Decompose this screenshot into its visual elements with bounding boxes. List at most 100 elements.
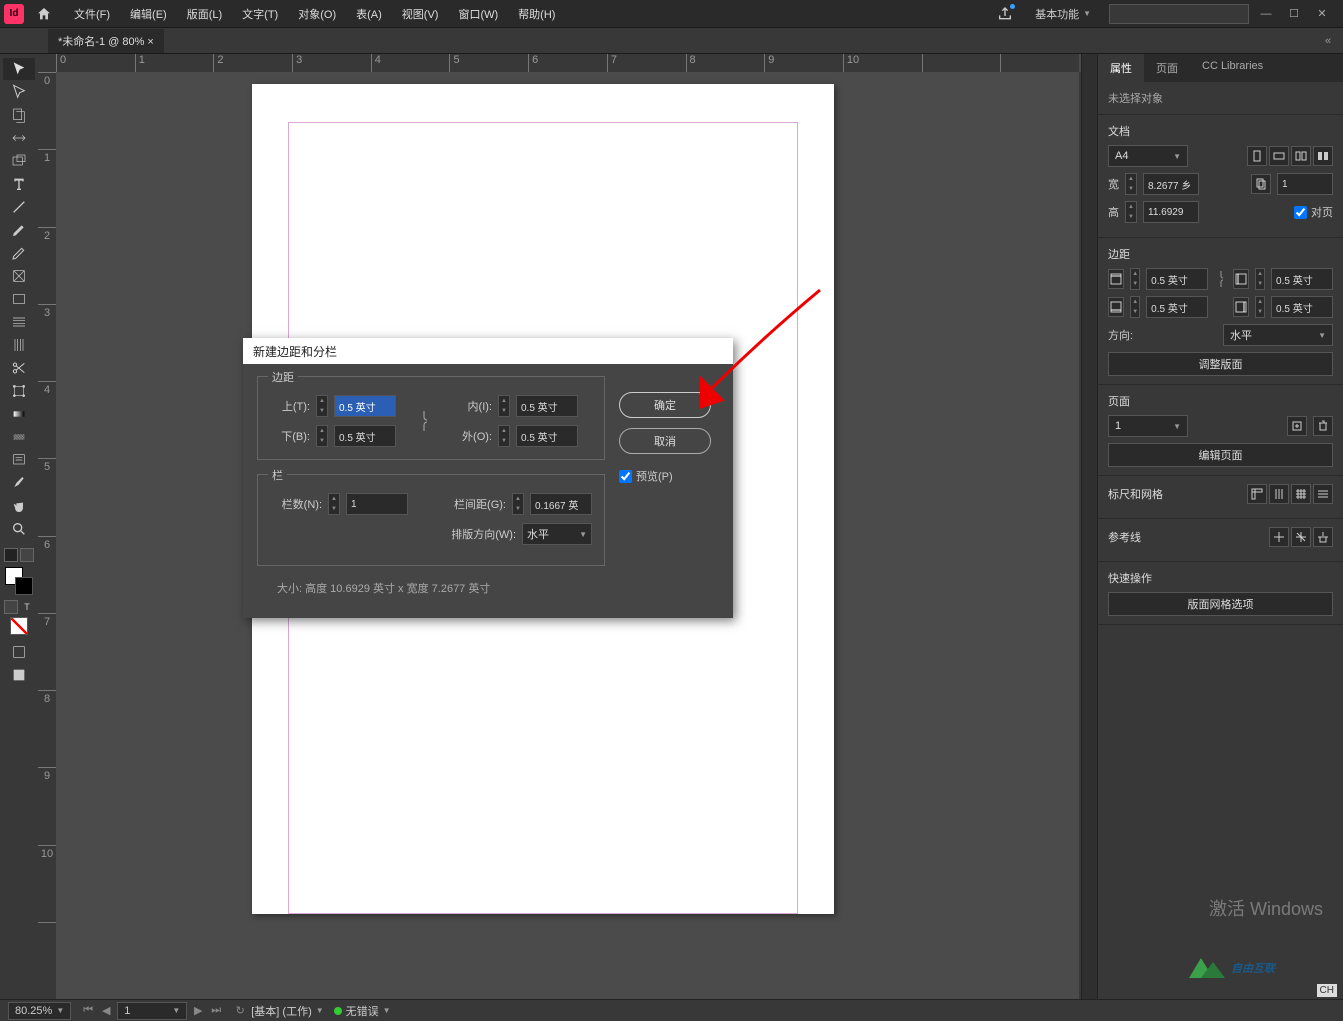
prev-page-button[interactable]: ◀: [99, 1004, 113, 1018]
grid-tool-h[interactable]: [3, 311, 35, 333]
height-spinner[interactable]: ▲▼: [1125, 201, 1137, 223]
page-number-select[interactable]: 1▼: [1108, 415, 1188, 437]
link-margins-icon[interactable]: [416, 407, 432, 435]
adjust-layout-button[interactable]: 调整版面: [1108, 352, 1333, 376]
menu-view[interactable]: 视图(V): [392, 2, 449, 26]
columns-num-spinner[interactable]: ▲▼: [328, 493, 340, 515]
first-page-button[interactable]: ⏮: [81, 1004, 95, 1018]
columns-num-input[interactable]: [346, 493, 408, 515]
home-icon[interactable]: [32, 2, 56, 26]
direct-selection-tool[interactable]: [3, 81, 35, 103]
menu-edit[interactable]: 编辑(E): [120, 2, 177, 26]
next-page-button[interactable]: ▶: [191, 1004, 205, 1018]
free-transform-tool[interactable]: [3, 380, 35, 402]
cancel-button[interactable]: 取消: [619, 428, 711, 454]
line-tool[interactable]: [3, 196, 35, 218]
height-input[interactable]: [1143, 201, 1199, 223]
gutter-input[interactable]: [530, 493, 592, 515]
layout-grid-options-button[interactable]: 版面网格选项: [1108, 592, 1333, 616]
format-container-text[interactable]: T: [4, 600, 34, 614]
baseline-grid-icon[interactable]: [1291, 484, 1311, 504]
rectangle-frame-tool[interactable]: [3, 265, 35, 287]
delete-page-icon[interactable]: [1313, 416, 1333, 436]
orientation-landscape-icon[interactable]: [1269, 146, 1289, 166]
view-mode-preview[interactable]: [3, 664, 35, 686]
grid-tool-v[interactable]: [3, 334, 35, 356]
tab-pages[interactable]: 页面: [1144, 54, 1190, 82]
column-guides-icon[interactable]: [1269, 484, 1289, 504]
panel-dock-strip[interactable]: [1081, 54, 1097, 999]
pages-input[interactable]: [1277, 173, 1333, 195]
rectangle-tool[interactable]: [3, 288, 35, 310]
style-dropdown-icon[interactable]: ▼: [316, 1006, 324, 1015]
zoom-select[interactable]: 80.25% ▼: [8, 1002, 71, 1020]
eyedropper-tool[interactable]: [3, 472, 35, 494]
smart-guides-icon[interactable]: [1291, 527, 1311, 547]
minimize-button[interactable]: —: [1259, 7, 1273, 21]
menu-type[interactable]: 文字(T): [232, 2, 288, 26]
binding-left-icon[interactable]: [1291, 146, 1311, 166]
gradient-feather-tool[interactable]: [3, 426, 35, 448]
binding-right-icon[interactable]: [1313, 146, 1333, 166]
snap-guides-icon[interactable]: [1269, 527, 1289, 547]
margin-inside-input[interactable]: [516, 395, 578, 417]
panel-expand-icon[interactable]: «: [1321, 34, 1335, 48]
orientation-portrait-icon[interactable]: [1247, 146, 1267, 166]
link-margins-panel-icon[interactable]: [1214, 268, 1227, 290]
new-page-icon[interactable]: [1287, 416, 1307, 436]
workspace-dropdown[interactable]: 基本功能 ▼: [1027, 2, 1099, 26]
preview-checkbox[interactable]: 预览(P): [619, 468, 673, 484]
margin-outside-spinner[interactable]: ▲▼: [498, 425, 510, 447]
page-nav-select[interactable]: 1▼: [117, 1002, 187, 1020]
gap-tool[interactable]: [3, 127, 35, 149]
content-collector-tool[interactable]: [3, 150, 35, 172]
close-button[interactable]: ✕: [1315, 7, 1329, 21]
pmargin-inside-spinner[interactable]: ▲▼: [1255, 268, 1265, 290]
margin-top-input[interactable]: [334, 395, 396, 417]
maximize-button[interactable]: ☐: [1287, 7, 1301, 21]
menu-window[interactable]: 窗口(W): [448, 2, 508, 26]
vertical-ruler[interactable]: 012345678910: [38, 72, 56, 999]
fill-stroke-swatch[interactable]: [5, 567, 33, 595]
margin-bottom-spinner[interactable]: ▲▼: [316, 425, 328, 447]
width-spinner[interactable]: ▲▼: [1125, 173, 1137, 195]
color-theme-toggle[interactable]: [4, 548, 34, 562]
ok-button[interactable]: 确定: [619, 392, 711, 418]
preview-checkbox-input[interactable]: [619, 470, 632, 483]
pmargin-bottom-spinner[interactable]: ▲▼: [1130, 296, 1140, 318]
writing-dir-select[interactable]: 水平▼: [522, 523, 592, 545]
menu-file[interactable]: 文件(F): [64, 2, 120, 26]
pmargin-top-spinner[interactable]: ▲▼: [1130, 268, 1140, 290]
note-tool[interactable]: [3, 449, 35, 471]
edit-page-button[interactable]: 编辑页面: [1108, 443, 1333, 467]
margin-top-spinner[interactable]: ▲▼: [316, 395, 328, 417]
view-mode-normal[interactable]: [3, 641, 35, 663]
pmargin-top-input[interactable]: [1146, 268, 1208, 290]
selection-tool[interactable]: [3, 58, 35, 80]
facing-pages-input[interactable]: [1294, 206, 1307, 219]
menu-help[interactable]: 帮助(H): [508, 2, 565, 26]
pmargin-inside-input[interactable]: [1271, 268, 1333, 290]
open-recent-icon[interactable]: ↻: [233, 1004, 247, 1018]
document-tab[interactable]: *未命名-1 @ 80% ×: [48, 29, 164, 53]
scissors-tool[interactable]: [3, 357, 35, 379]
hand-tool[interactable]: [3, 495, 35, 517]
tab-cc-libraries[interactable]: CC Libraries: [1190, 54, 1275, 82]
zoom-tool[interactable]: [3, 518, 35, 540]
menu-layout[interactable]: 版面(L): [177, 2, 232, 26]
share-icon[interactable]: [993, 2, 1017, 26]
width-input[interactable]: [1143, 173, 1199, 195]
page-preset-select[interactable]: A4▼: [1108, 145, 1188, 167]
type-tool[interactable]: [3, 173, 35, 195]
apply-none-swatch[interactable]: [10, 617, 28, 635]
facing-pages-checkbox[interactable]: 对页: [1294, 204, 1333, 220]
menu-object[interactable]: 对象(O): [288, 2, 346, 26]
search-input[interactable]: [1109, 4, 1249, 24]
pmargin-outside-spinner[interactable]: ▲▼: [1255, 296, 1265, 318]
horizontal-ruler[interactable]: 012345678910: [56, 54, 1079, 72]
pencil-tool[interactable]: [3, 242, 35, 264]
pmargin-bottom-input[interactable]: [1146, 296, 1208, 318]
margin-outside-input[interactable]: [516, 425, 578, 447]
gradient-swatch-tool[interactable]: [3, 403, 35, 425]
ime-indicator[interactable]: CH: [1317, 984, 1337, 997]
